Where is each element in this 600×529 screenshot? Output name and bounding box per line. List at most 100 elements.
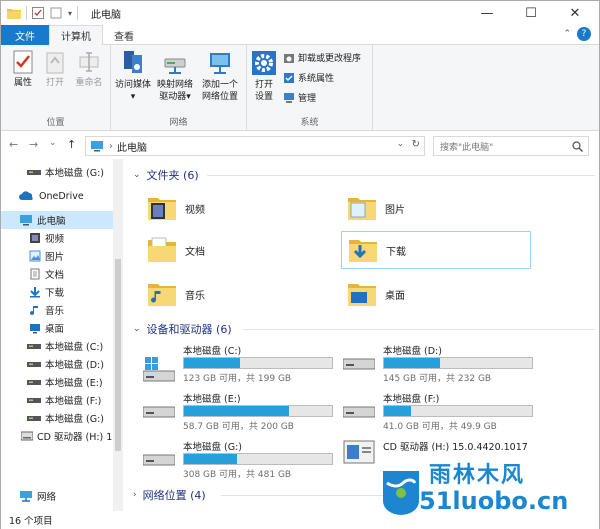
nav-item-label: 本地磁盘 (C:)	[45, 342, 104, 353]
system-properties-icon	[284, 72, 294, 83]
nav-item-desktop[interactable]: 桌面	[1, 319, 113, 337]
nav-scrollbar-thumb[interactable]	[115, 259, 121, 451]
add-network-location-button[interactable]: 添加一个 网络位置	[197, 49, 243, 103]
ribbon-group-location: 属性 打开 重命名 位置	[1, 45, 111, 131]
nav-item-onedrive[interactable]: OneDrive	[1, 187, 113, 205]
rename-icon	[79, 52, 99, 72]
picture-icon	[29, 250, 41, 262]
network-section-header[interactable]: › 网络位置 (4)	[133, 487, 206, 503]
folder-downloads[interactable]: 下载	[341, 231, 531, 269]
folder-label: 桌面	[385, 290, 405, 302]
forward-button[interactable]: →	[29, 138, 38, 151]
tab-file[interactable]: 文件	[1, 25, 49, 45]
folder-label: 下载	[386, 246, 406, 258]
folder-pictures[interactable]: 图片	[341, 189, 531, 227]
drive-icon	[27, 416, 41, 421]
refresh-button[interactable]: ↻	[412, 139, 420, 150]
address-path[interactable]: 此电脑	[117, 139, 147, 154]
nav-item-label: 本地磁盘 (G:)	[45, 168, 104, 179]
nav-item-label: 网络	[37, 492, 57, 503]
search-input[interactable]: 搜索"此电脑"	[433, 136, 589, 156]
music-folder-icon	[148, 284, 176, 306]
open-settings-label-2: 设置	[254, 92, 273, 102]
system-properties-label: 系统属性	[298, 74, 335, 84]
manage-button[interactable]: 管理	[283, 91, 316, 104]
collapse-chevron-icon[interactable]: ⌄	[133, 324, 141, 334]
window-title: 此电脑	[91, 9, 122, 21]
nav-item-label: 文档	[45, 270, 65, 281]
folder-music[interactable]: 音乐	[141, 275, 331, 313]
drive-icon	[343, 406, 375, 418]
folder-videos[interactable]: 视频	[141, 189, 331, 227]
open-settings-button[interactable]: 打开 设置	[249, 49, 279, 103]
up-button[interactable]: ↑	[67, 138, 76, 151]
folders-section-title: 文件夹 (6)	[146, 169, 199, 182]
maximize-button[interactable]: ☐	[509, 1, 553, 25]
recent-locations-icon[interactable]: ⌄	[49, 138, 57, 148]
nav-item-drive-f[interactable]: 本地磁盘 (F:)	[1, 391, 113, 409]
drive-icon	[27, 170, 41, 175]
download-icon	[30, 287, 40, 298]
manage-icon	[284, 92, 294, 103]
folder-desktop[interactable]: 桌面	[341, 275, 531, 313]
ribbon: 属性 打开 重命名 位置 访问媒体▾ 映射网络 驱动器▾ 添加一个 网络位置 网…	[1, 45, 599, 131]
nav-item-drive-g-top[interactable]: 本地磁盘 (G:)	[1, 163, 113, 181]
drive-name: 本地磁盘 (D:)	[383, 346, 442, 357]
ribbon-collapse-icon[interactable]: ⌃	[563, 29, 571, 39]
nav-item-pictures[interactable]: 图片	[1, 247, 113, 265]
nav-item-drive-e[interactable]: 本地磁盘 (E:)	[1, 373, 113, 391]
drive-f[interactable]: 本地磁盘 (F:) 41.0 GB 可用，共 49.9 GB	[341, 391, 541, 432]
uninstall-program-label: 卸载或更改程序	[298, 54, 362, 64]
add-network-location-label-2: 网络位置	[201, 92, 238, 102]
cd-drive-icon	[21, 431, 33, 441]
folder-documents[interactable]: 文档	[141, 231, 331, 269]
map-network-drive-button[interactable]: 映射网络 驱动器▾	[155, 49, 195, 103]
nav-item-downloads[interactable]: 下载	[1, 283, 113, 301]
rename-button[interactable]: 重命名	[69, 49, 109, 89]
nav-item-label: OneDrive	[39, 190, 84, 202]
nav-item-cd-drive[interactable]: CD 驱动器 (H:) 1!	[1, 427, 116, 445]
address-bar[interactable]: › 此电脑 ⌄ ↻	[85, 136, 425, 156]
expand-chevron-icon[interactable]: ›	[133, 490, 137, 500]
access-media-button[interactable]: 访问媒体 ▾	[113, 49, 153, 103]
drive-c[interactable]: 本地磁盘 (C:) 123 GB 可用，共 199 GB	[141, 343, 341, 384]
manage-label: 管理	[298, 94, 317, 104]
nav-item-drive-d[interactable]: 本地磁盘 (D:)	[1, 355, 113, 373]
checkbox-icon[interactable]	[32, 7, 44, 19]
nav-item-network[interactable]: 网络	[1, 487, 113, 505]
folders-section-header[interactable]: ⌄ 文件夹 (6)	[133, 167, 199, 183]
nav-item-drive-c[interactable]: 本地磁盘 (C:)	[1, 337, 113, 355]
minimize-button[interactable]: —	[465, 1, 509, 25]
drive-d[interactable]: 本地磁盘 (D:) 145 GB 可用，共 232 GB	[341, 343, 541, 384]
drive-space-info: 58.7 GB 可用，共 200 GB	[183, 422, 294, 432]
nav-item-videos[interactable]: 视频	[1, 229, 113, 247]
nav-item-drive-g[interactable]: 本地磁盘 (G:)	[1, 409, 113, 427]
new-folder-icon[interactable]	[50, 7, 62, 19]
drive-space-info: 145 GB 可用，共 232 GB	[383, 374, 492, 384]
system-properties-button[interactable]: 系统属性	[283, 71, 334, 84]
help-icon[interactable]: ?	[577, 27, 591, 41]
back-button[interactable]: ←	[9, 138, 18, 151]
close-button[interactable]: ✕	[553, 1, 597, 25]
nav-item-music[interactable]: 音乐	[1, 301, 113, 319]
nav-item-documents[interactable]: 文档	[1, 265, 113, 283]
drive-usage-fill	[184, 454, 238, 464]
drive-e[interactable]: 本地磁盘 (E:) 58.7 GB 可用，共 200 GB	[141, 391, 341, 432]
pc-icon	[91, 141, 103, 152]
nav-item-this-pc[interactable]: 此电脑	[1, 211, 113, 229]
pc-icon	[20, 215, 32, 226]
quick-access-dropdown-icon[interactable]: ▾	[68, 9, 72, 18]
address-dropdown-icon[interactable]: ⌄	[396, 139, 404, 149]
drive-usage-fill	[184, 406, 290, 416]
tab-computer[interactable]: 计算机	[49, 25, 103, 46]
nav-item-label: 视频	[45, 234, 65, 245]
cd-drive-icon	[343, 440, 375, 464]
drive-usage-bar	[383, 357, 533, 369]
tab-view[interactable]: 查看	[103, 25, 145, 45]
drives-section-header[interactable]: ⌄ 设备和驱动器 (6)	[133, 321, 232, 337]
folder-label: 视频	[185, 204, 205, 216]
drive-g[interactable]: 本地磁盘 (G:) 308 GB 可用，共 481 GB	[141, 439, 341, 480]
uninstall-program-button[interactable]: 卸载或更改程序	[283, 51, 361, 64]
collapse-chevron-icon[interactable]: ⌄	[133, 170, 141, 180]
watermark-line1: 雨林木风	[429, 463, 526, 488]
